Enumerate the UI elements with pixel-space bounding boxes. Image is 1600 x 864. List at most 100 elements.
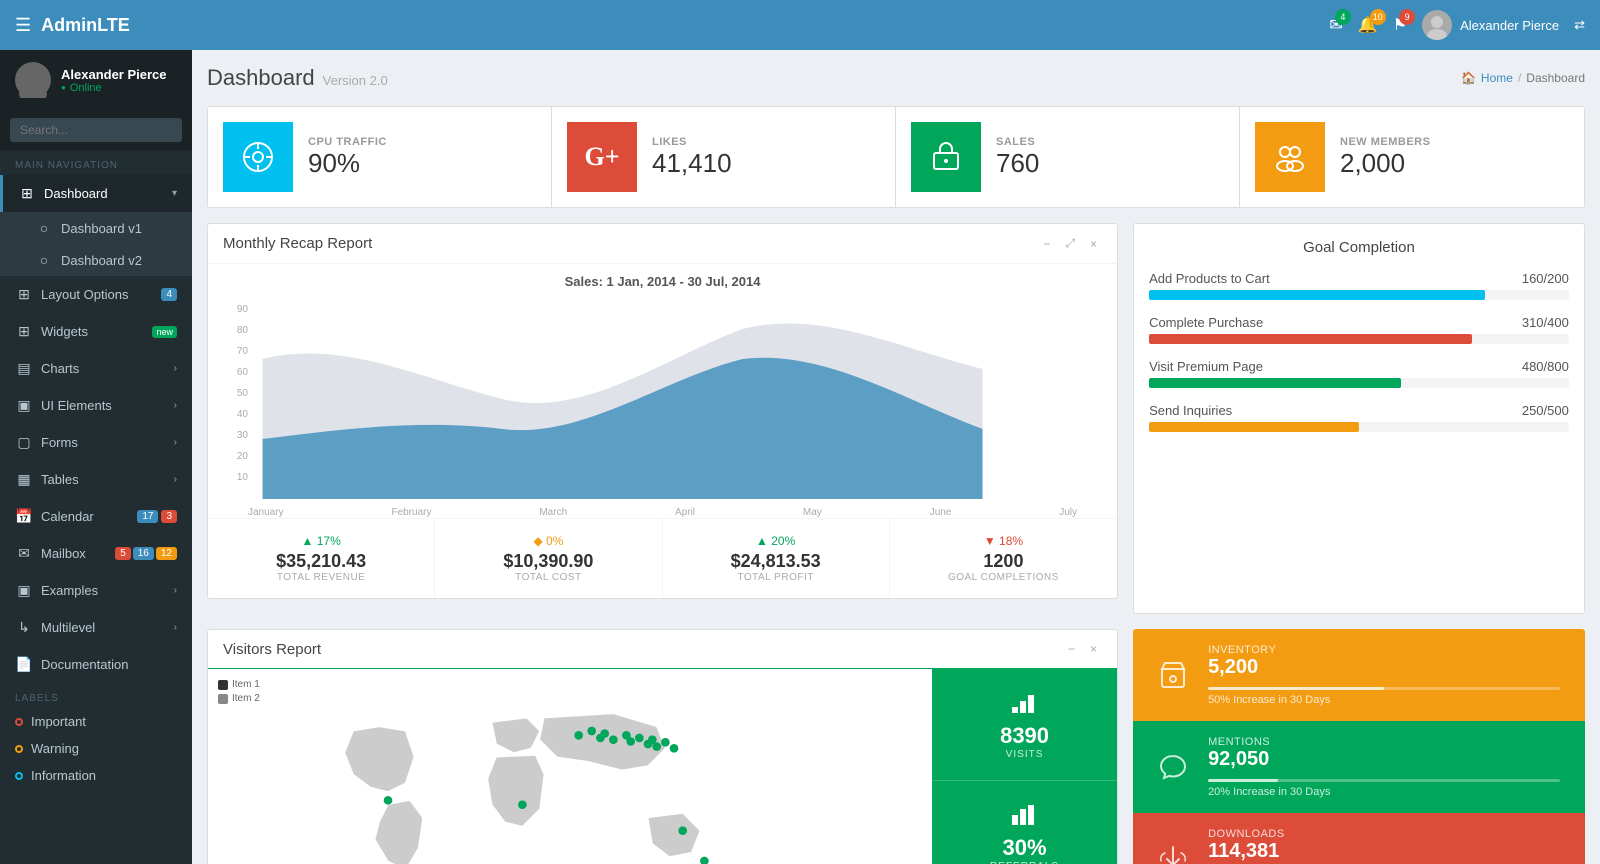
sidebar-item-dashboard[interactable]: ⊞ Dashboard ▾ — [0, 175, 192, 212]
card-tools: − ⤢ × — [1038, 234, 1102, 253]
sidebar-user-panel: Alexander Pierce Online — [0, 50, 192, 110]
calendar-icon: 📅 — [15, 508, 33, 525]
label-information-text: Information — [31, 768, 96, 783]
goal-bar — [1149, 334, 1569, 344]
minimize-button[interactable]: − — [1038, 234, 1055, 253]
sidebar-item-examples[interactable]: ▣ Examples › — [0, 572, 192, 609]
breadcrumb-home-icon: 🏠 — [1461, 71, 1476, 85]
goal-label: Add Products to Cart — [1149, 271, 1270, 286]
sidebar-item-layout[interactable]: ⊞ Layout Options 4 — [0, 276, 192, 313]
expand-button[interactable]: ⤢ — [1060, 234, 1080, 253]
examples-icon: ▣ — [15, 582, 33, 599]
user-avatar — [1422, 10, 1452, 40]
sales-label: SALES — [996, 136, 1039, 148]
inventory-label: INVENTORY — [1208, 644, 1560, 656]
user-menu[interactable]: Alexander Pierce — [1422, 10, 1559, 40]
search-input[interactable] — [10, 118, 182, 142]
label-warning-text: Warning — [31, 741, 79, 756]
revenue-desc: TOTAL REVENUE — [223, 572, 419, 583]
sidebar-item-ui[interactable]: ▣ UI Elements › — [0, 387, 192, 424]
goal-bar — [1149, 422, 1569, 432]
goal-value: 250/500 — [1522, 403, 1569, 418]
sidebar-toggle[interactable]: ☰ — [15, 15, 31, 36]
cpu-icon-box — [223, 122, 293, 192]
stat-box-sales[interactable]: SALES 760 — [896, 107, 1240, 207]
info-card-mentions[interactable]: MENTIONS 92,050 20% Increase in 30 Days — [1133, 721, 1585, 813]
sidebar-avatar — [15, 62, 51, 98]
page-title: Dashboard — [207, 65, 315, 91]
label-important[interactable]: Important — [0, 708, 192, 735]
layout-badge: 4 — [161, 288, 177, 301]
visits-label: VISITS — [947, 749, 1102, 760]
chevron-icon: › — [174, 474, 177, 485]
goal-value: 310/400 — [1522, 315, 1569, 330]
members-icon-box — [1255, 122, 1325, 192]
sidebar-item-dashboard-v1[interactable]: ○ Dashboard v1 — [0, 212, 192, 244]
chevron-icon: › — [174, 400, 177, 411]
close-button[interactable]: × — [1085, 234, 1102, 253]
visitors-close-btn[interactable]: × — [1085, 640, 1102, 658]
sidebar-item-charts[interactable]: ▤ Charts › — [0, 350, 192, 387]
sidebar-item-label: Documentation — [41, 657, 177, 672]
members-stat-info: NEW MEMBERS 2,000 — [1340, 136, 1430, 179]
mailbox-badge2: 16 — [133, 547, 154, 560]
info-card-downloads[interactable]: DOWNLOADS 114,381 70% Increase in 30 Day… — [1133, 813, 1585, 864]
sidebar-item-label: Dashboard v2 — [61, 253, 177, 268]
sidebar-item-dashboard-v2[interactable]: ○ Dashboard v2 — [0, 244, 192, 276]
calendar-badge2: 3 — [161, 510, 177, 523]
sidebar-item-label: Tables — [41, 472, 174, 487]
profit-change: ▲ 20% — [678, 534, 874, 548]
cpu-value: 90% — [308, 148, 387, 179]
chevron-icon: › — [174, 585, 177, 596]
goal-section: Goal Completion Add Products to Cart 160… — [1134, 224, 1584, 462]
mail-icon-btn[interactable]: ✉ 4 — [1329, 15, 1342, 35]
sidebar-item-forms[interactable]: ▢ Forms › — [0, 424, 192, 461]
important-dot — [15, 718, 23, 726]
cpu-label: CPU TRAFFIC — [308, 136, 387, 148]
sales-stat-info: SALES 760 — [996, 136, 1039, 179]
chart-subtitle: Sales: 1 Jan, 2014 - 30 Jul, 2014 — [218, 274, 1107, 289]
breadcrumb-home[interactable]: Home — [1481, 71, 1513, 85]
sidebar-item-label: Charts — [41, 361, 174, 376]
sidebar-user-status: Online — [61, 82, 167, 94]
flag-icon-btn[interactable]: ⚑ 9 — [1393, 15, 1407, 35]
downloads-label: DOWNLOADS — [1208, 828, 1560, 840]
sidebar-item-widgets[interactable]: ⊞ Widgets new — [0, 313, 192, 350]
mentions-value: 92,050 — [1208, 748, 1560, 771]
stat-box-members[interactable]: NEW MEMBERS 2,000 — [1240, 107, 1584, 207]
stat-box-cpu[interactable]: CPU TRAFFIC 90% — [208, 107, 552, 207]
visitors-tools: − × — [1063, 640, 1102, 658]
referrals-value: 30% — [947, 835, 1102, 861]
legend-item-2: Item 2 — [218, 693, 260, 704]
goal-label: Complete Purchase — [1149, 315, 1263, 330]
sidebar-item-label: Multilevel — [41, 620, 174, 635]
info-card-inventory[interactable]: INVENTORY 5,200 50% Increase in 30 Days — [1133, 629, 1585, 721]
goal-item-header: Send Inquiries 250/500 — [1149, 403, 1569, 418]
sidebar-item-docs[interactable]: 📄 Documentation — [0, 646, 192, 683]
sidebar-item-label: Mailbox — [41, 546, 115, 561]
share-icon[interactable]: ⇄ — [1574, 17, 1585, 33]
visitors-minimize-btn[interactable]: − — [1063, 640, 1080, 658]
sidebar-item-multilevel[interactable]: ↳ Multilevel › — [0, 609, 192, 646]
label-warning[interactable]: Warning — [0, 735, 192, 762]
bell-badge: 10 — [1370, 9, 1386, 25]
bell-icon-btn[interactable]: 🔔 10 — [1358, 15, 1378, 35]
stats-row: ▲ 17% $35,210.43 TOTAL REVENUE ◆ 0% $10,… — [208, 518, 1117, 598]
sidebar-item-tables[interactable]: ▦ Tables › — [0, 461, 192, 498]
topnav-icons: ✉ 4 🔔 10 ⚑ 9 Alexander Pierce ⇄ — [1329, 10, 1585, 40]
goal-label: Visit Premium Page — [1149, 359, 1263, 374]
visitors-report-card: Visitors Report − × Item 1 — [207, 629, 1118, 864]
visitors-card-header: Visitors Report − × — [208, 630, 1117, 669]
stat-box-likes[interactable]: G+ LIKES 41,410 — [552, 107, 896, 207]
profit-amount: $24,813.53 — [678, 551, 874, 572]
sidebar-item-label: Calendar — [41, 509, 137, 524]
chevron-icon: › — [174, 437, 177, 448]
chevron-icon: › — [174, 363, 177, 374]
stat-cost: ◆ 0% $10,390.90 TOTAL COST — [435, 519, 662, 598]
info-cards: INVENTORY 5,200 50% Increase in 30 Days … — [1133, 629, 1585, 864]
sidebar-item-calendar[interactable]: 📅 Calendar 17 3 — [0, 498, 192, 535]
stat-boxes: CPU TRAFFIC 90% G+ LIKES 41,410 SALES — [207, 106, 1585, 208]
mentions-sub: 20% Increase in 30 Days — [1208, 786, 1560, 798]
label-information[interactable]: Information — [0, 762, 192, 789]
sidebar-item-mailbox[interactable]: ✉ Mailbox 5 16 12 — [0, 535, 192, 572]
